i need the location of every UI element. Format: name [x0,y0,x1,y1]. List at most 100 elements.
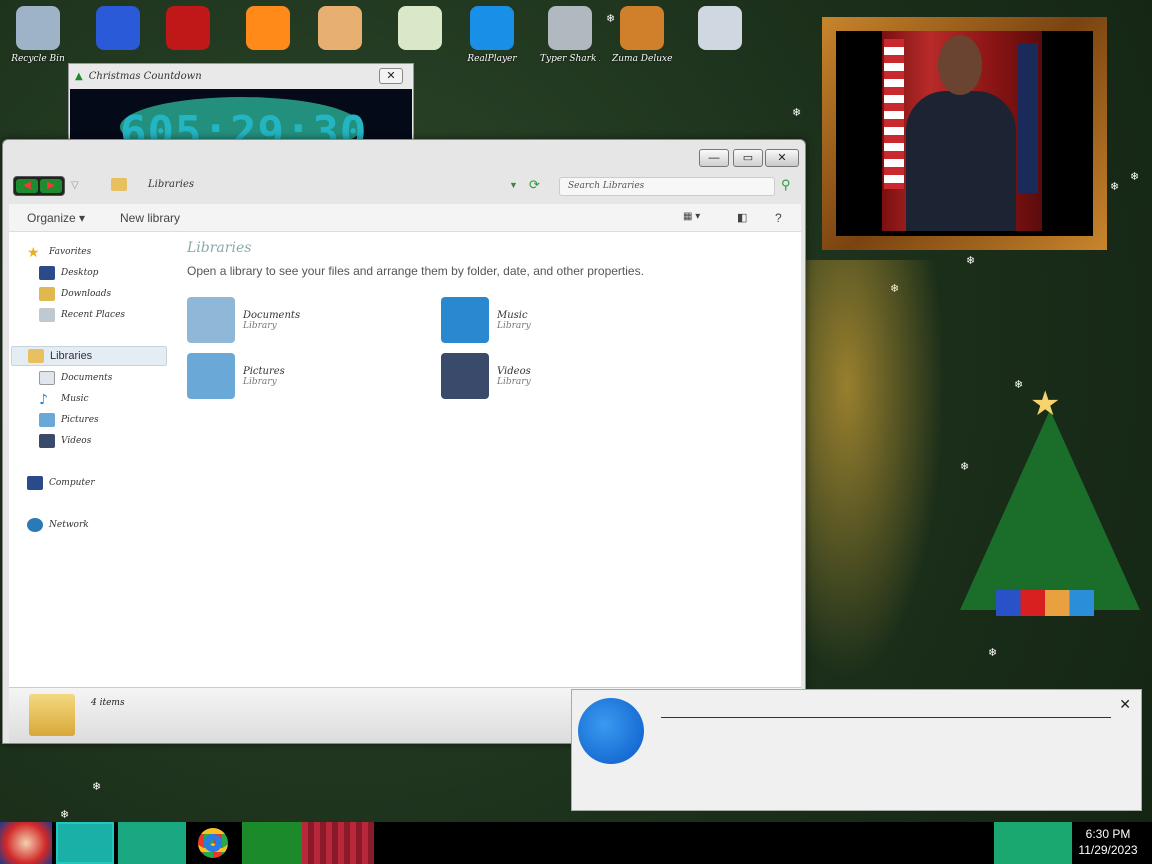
countdown-close-button[interactable]: ✕ [379,68,403,84]
sidebar-item-documents[interactable]: Documents [39,368,112,388]
view-options-icon[interactable]: ▦ ▾ [683,211,700,222]
desktop-icon[interactable]: Zuma Deluxe [612,6,672,76]
close-button[interactable]: ✕ [765,149,799,167]
snowflake: ❄ [1130,171,1140,183]
forward-button[interactable]: ▶ [40,179,62,193]
breadcrumb[interactable]: Libraries [148,179,194,190]
star-icon: ★ [27,245,40,261]
library-name: Documents [243,309,301,321]
app-icon [318,6,362,50]
sidebar-item-videos[interactable]: Videos [39,431,91,451]
refresh-icon[interactable]: ⟳ [529,177,540,193]
app-icon [470,6,514,50]
library-item[interactable]: Music Library [441,294,661,346]
thunderbird-icon [578,698,644,764]
countdown-display: 605:29:30 [70,89,412,142]
maximize-button[interactable]: ▭ [733,149,763,167]
mail-notification[interactable]: ✕ [571,689,1142,811]
system-tray[interactable] [994,822,1072,864]
libraries-icon [28,349,44,363]
new-library-button[interactable]: New library [120,211,180,225]
notification-close-button[interactable]: ✕ [1119,696,1131,713]
snowflake: ❄ [606,13,616,25]
desktop-icon-label: Recycle Bin [11,54,65,64]
sidebar-item-downloads[interactable]: Downloads [39,284,111,304]
library-item[interactable]: Videos Library [441,350,661,402]
sidebar-item-favorites[interactable]: ★ Favorites [27,242,91,262]
library-name: Videos [497,365,531,377]
navigation-pane: ★ Favorites Desktop Downloads Recent Plac… [9,232,171,687]
desktop-icon[interactable]: RealPlayer [462,6,522,76]
countdown-taskbar-icon[interactable] [242,822,302,864]
person-portrait [906,91,1016,231]
recent-pages-icon[interactable]: ▽ [71,180,79,191]
address-bar: ◀ ▶ ▽ Libraries ▼ ⟳ Search Libraries ⚲ [3,170,805,204]
start-button[interactable] [0,822,52,864]
clock-date: 11/29/2023 [1078,843,1138,857]
app-icon [620,6,664,50]
search-icon[interactable]: ⚲ [781,177,791,193]
sidebar-item-network[interactable]: Network [27,515,89,535]
desktop-icon[interactable]: Typer Shark Deluxe [540,6,600,76]
library-item[interactable]: Pictures Library [187,350,407,402]
snowflake: ❄ [1110,181,1120,193]
back-button[interactable]: ◀ [16,179,38,193]
videos-icon [39,434,55,448]
downloads-icon [39,287,55,301]
search-input[interactable]: Search Libraries [559,177,775,196]
library-type: Library [497,376,531,387]
sidebar-item-recent-places[interactable]: Recent Places [39,305,125,325]
snowflake: ❄ [988,647,998,659]
item-count: 4 items [91,698,125,708]
address-dropdown-icon[interactable]: ▼ [509,180,518,190]
explorer-window: — ▭ ✕ ◀ ▶ ▽ Libraries ▼ ⟳ Search Librari… [2,139,806,744]
snowflake: ❄ [966,255,976,267]
organize-button[interactable]: Organize ▾ [27,211,85,225]
sidebar-item-libraries[interactable]: Libraries [11,346,167,366]
desktop-icon[interactable]: Recycle Bin [8,6,68,76]
clock[interactable]: 6:30 PM 11/29/2023 [1072,826,1144,858]
zuma-taskbar-icon[interactable] [302,822,374,864]
desktop-icon-label: Typer Shark Deluxe [540,54,600,64]
minimize-button[interactable]: — [699,149,729,167]
tree-gifts [996,590,1094,616]
music-library-icon [441,297,489,343]
countdown-title: Christmas Countdown [88,70,202,82]
app-icon [246,6,290,50]
content-pane: Libraries Open a library to see your fil… [171,232,801,687]
countdown-titlebar: ▲ Christmas Countdown [69,64,413,88]
chrome-taskbar-icon[interactable] [190,822,236,864]
sidebar-item-desktop[interactable]: Desktop [39,263,98,283]
app-icon [398,6,442,50]
desktop-icon-label: RealPlayer [467,54,517,64]
app-icon [698,6,742,50]
command-bar: Organize ▾ New library ▦ ▾ ◧ ? [9,204,801,232]
countdown-time: 605:29:30 [120,107,368,142]
videos-library-icon [441,353,489,399]
countdown-window: ▲ Christmas Countdown ✕ 605:29:30 [68,63,414,143]
library-item[interactable]: Documents Library [187,294,407,346]
sidebar-item-pictures[interactable]: Pictures [39,410,99,430]
app-icon [16,6,60,50]
preview-pane-icon[interactable]: ◧ [737,211,747,224]
explorer-taskbar-icon[interactable] [118,822,186,864]
documents-icon [39,371,55,385]
snowflake: ❄ [1014,379,1024,391]
sidebar-item-computer[interactable]: Computer [27,473,95,493]
sidebar-item-music[interactable]: ♪ Music [39,389,89,409]
help-button[interactable]: ? [775,211,782,225]
snowflake: ❄ [60,809,70,821]
framed-photo [822,17,1107,250]
library-name: Music [497,309,528,321]
desktop-icon[interactable] [690,6,750,76]
page-description: Open a library to see your files and arr… [187,264,644,278]
taskbar: 6:30 PM 11/29/2023 [0,822,1152,864]
folder-icon [29,694,75,736]
firefox-taskbar-icon[interactable] [56,822,114,864]
app-icon [96,6,140,50]
music-note-icon: ♪ [39,392,48,408]
network-icon [27,518,43,532]
desktop-icon [39,266,55,280]
pictures-library-icon [187,353,235,399]
page-title: Libraries [187,240,252,256]
